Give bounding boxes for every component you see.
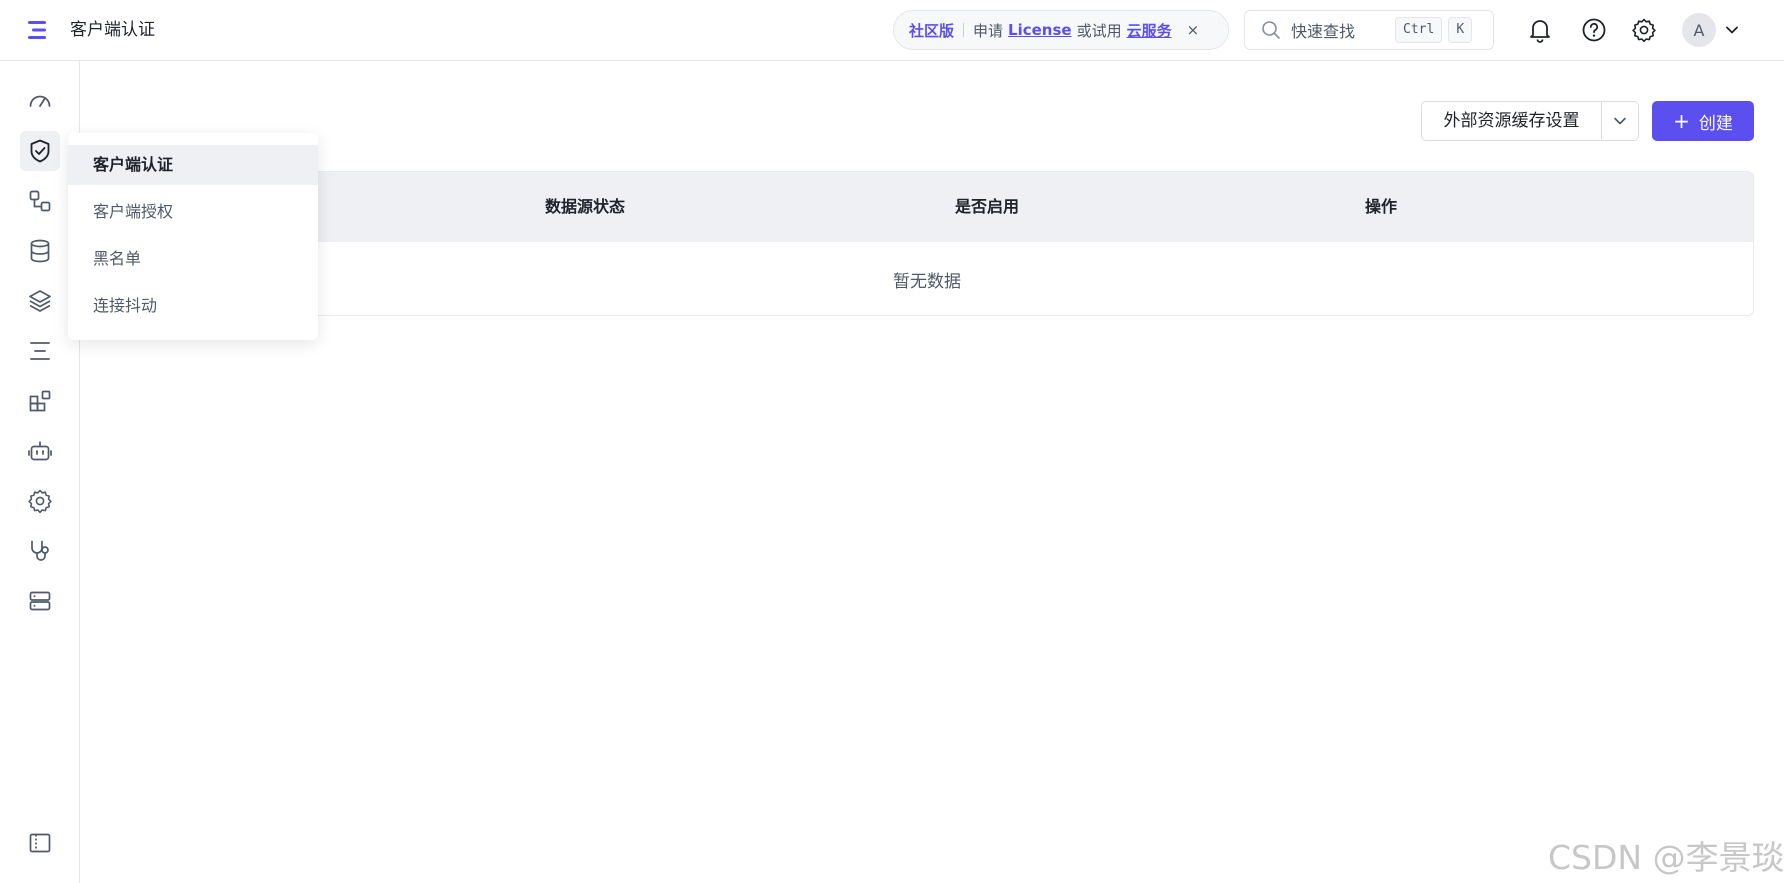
page-title: 客户端认证 xyxy=(70,20,155,40)
layers-icon[interactable] xyxy=(20,281,60,321)
server-icon[interactable] xyxy=(20,581,60,621)
quick-search[interactable]: 快速查找 Ctrl K xyxy=(1244,10,1494,50)
shield-check-icon[interactable] xyxy=(20,131,60,171)
workflow-icon[interactable] xyxy=(20,181,60,221)
help-icon[interactable] xyxy=(1581,17,1607,43)
menu-item-flapping[interactable]: 连接抖动 xyxy=(68,286,318,326)
menu-item-client-auth[interactable]: 客户端认证 xyxy=(68,145,318,185)
column-header-datasource-status: 数据源状态 xyxy=(545,197,626,216)
bell-icon[interactable] xyxy=(1527,17,1553,43)
list-icon[interactable] xyxy=(20,331,60,371)
search-placeholder: 快速查找 xyxy=(1291,22,1356,41)
watermark-text: CSDN @李景琰 xyxy=(1548,838,1784,877)
create-label: 创建 xyxy=(1698,113,1733,134)
plus-icon: + xyxy=(1673,109,1690,133)
chevron-down-icon[interactable] xyxy=(1724,22,1740,38)
menu-item-client-authorization[interactable]: 客户端授权 xyxy=(68,192,318,232)
top-header: 客户端认证 社区版 申请 License 或试用 云服务 × 快速查找 Ctrl… xyxy=(0,0,1784,61)
sidebar-collapse-icon[interactable] xyxy=(20,823,60,863)
or-try-text: 或试用 xyxy=(1076,21,1122,40)
edition-label: 社区版 xyxy=(909,21,955,40)
cache-settings-label: 外部资源缓存设置 xyxy=(1422,102,1602,140)
cloud-service-link[interactable]: 云服务 xyxy=(1127,20,1172,41)
shortcut-ctrl-key: Ctrl xyxy=(1395,17,1443,43)
banner-close-icon[interactable]: × xyxy=(1187,21,1200,39)
chevron-down-icon[interactable] xyxy=(1602,113,1638,129)
create-button[interactable]: + 创建 xyxy=(1652,101,1754,141)
cache-settings-button[interactable]: 外部资源缓存设置 xyxy=(1421,101,1639,141)
menu-toggle-icon[interactable] xyxy=(26,19,52,41)
stethoscope-icon[interactable] xyxy=(20,531,60,571)
table-header: 数据源状态 是否启用 操作 xyxy=(101,172,1753,242)
menu-item-blacklist[interactable]: 黑名单 xyxy=(68,239,318,279)
search-icon xyxy=(1262,21,1280,39)
robot-icon[interactable] xyxy=(20,431,60,471)
license-link[interactable]: License xyxy=(1008,21,1072,39)
settings-icon[interactable] xyxy=(1631,17,1657,43)
column-header-enabled: 是否启用 xyxy=(955,197,1020,216)
empty-state-text: 暂无数据 xyxy=(893,271,961,292)
submenu-popup: 客户端认证 客户端授权 黑名单 连接抖动 xyxy=(68,133,318,340)
gear-icon[interactable] xyxy=(20,481,60,521)
column-header-actions: 操作 xyxy=(1365,197,1398,216)
avatar[interactable]: A xyxy=(1682,13,1716,47)
table-body: 暂无数据 xyxy=(101,242,1753,315)
database-icon[interactable] xyxy=(20,231,60,271)
extensions-icon[interactable] xyxy=(20,381,60,421)
shortcut-k-key: K xyxy=(1448,17,1473,43)
data-table: 数据源状态 是否启用 操作 暂无数据 xyxy=(100,171,1754,316)
apply-text: 申请 xyxy=(973,21,1004,40)
banner-divider xyxy=(963,23,965,37)
license-banner: 社区版 申请 License 或试用 云服务 × xyxy=(893,10,1229,50)
dashboard-icon[interactable] xyxy=(20,81,60,121)
